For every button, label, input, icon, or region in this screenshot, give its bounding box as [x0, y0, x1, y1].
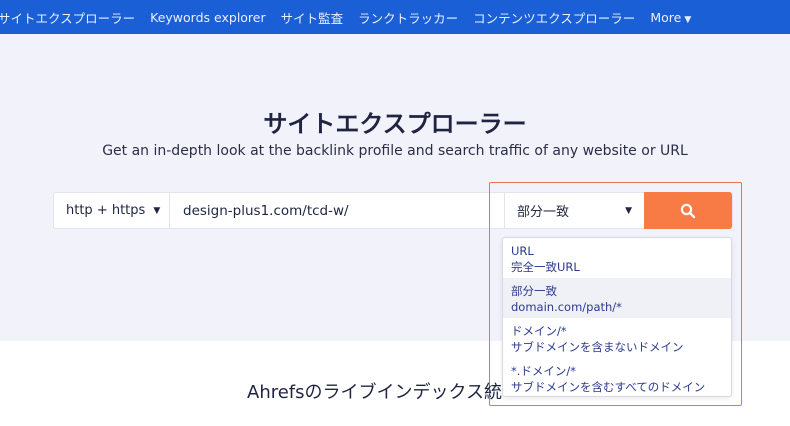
- mode-option-url[interactable]: URL 完全一致URL: [503, 238, 731, 278]
- mode-option-prefix[interactable]: 部分一致 domain.com/path/*: [503, 278, 731, 318]
- nav-site-explorer[interactable]: サイトエクスプローラー: [0, 8, 135, 27]
- option-description: サブドメインを含まないドメイン: [511, 340, 684, 354]
- nav-rank-tracker[interactable]: ランクトラッカー: [358, 8, 458, 27]
- option-title: *.ドメイン/*: [511, 364, 577, 378]
- option-description: domain.com/path/*: [511, 300, 622, 314]
- mode-label: 部分一致: [517, 205, 570, 220]
- option-title: URL: [511, 244, 534, 258]
- chevron-down-icon: ▼: [684, 14, 692, 25]
- search-icon: [680, 203, 696, 218]
- nav-content-explorer[interactable]: コンテンツエクスプローラー: [473, 8, 635, 27]
- nav-site-audit[interactable]: サイト監査: [281, 8, 344, 27]
- url-input[interactable]: [171, 193, 501, 228]
- nav-more-label: More: [650, 9, 682, 25]
- page-title: サイトエクスプローラー: [263, 110, 527, 138]
- search-button[interactable]: [644, 192, 732, 229]
- top-navigation: サイトエクスプローラー Keywords explorer サイト監査 ランクト…: [0, 0, 790, 34]
- nav-keywords-explorer[interactable]: Keywords explorer: [150, 10, 266, 25]
- chevron-down-icon: ▼: [153, 205, 161, 216]
- nav-more-menu[interactable]: More ▼: [650, 10, 691, 25]
- section-heading: Ahrefsのライブインデックス統: [247, 382, 502, 403]
- page-subtitle: Get an in-depth look at the backlink pro…: [102, 143, 688, 159]
- option-description: サブドメインを含むすべてのドメイン: [511, 380, 706, 394]
- protocol-label: http + https: [66, 203, 146, 218]
- search-bar: http + https ▼ 部分一致 ▼: [53, 192, 733, 229]
- protocol-select[interactable]: http + https ▼: [54, 193, 170, 228]
- mode-select[interactable]: 部分一致 ▼: [504, 193, 644, 228]
- mode-dropdown: URL 完全一致URL 部分一致 domain.com/path/* ドメイン/…: [502, 237, 732, 397]
- option-description: 完全一致URL: [511, 260, 580, 274]
- chevron-down-icon: ▼: [625, 205, 632, 216]
- option-title: 部分一致: [511, 284, 557, 298]
- mode-option-domain[interactable]: ドメイン/* サブドメインを含まないドメイン: [503, 318, 731, 358]
- mode-option-subdomains[interactable]: *.ドメイン/* サブドメインを含むすべてのドメイン: [503, 358, 731, 396]
- option-title: ドメイン/*: [511, 324, 567, 338]
